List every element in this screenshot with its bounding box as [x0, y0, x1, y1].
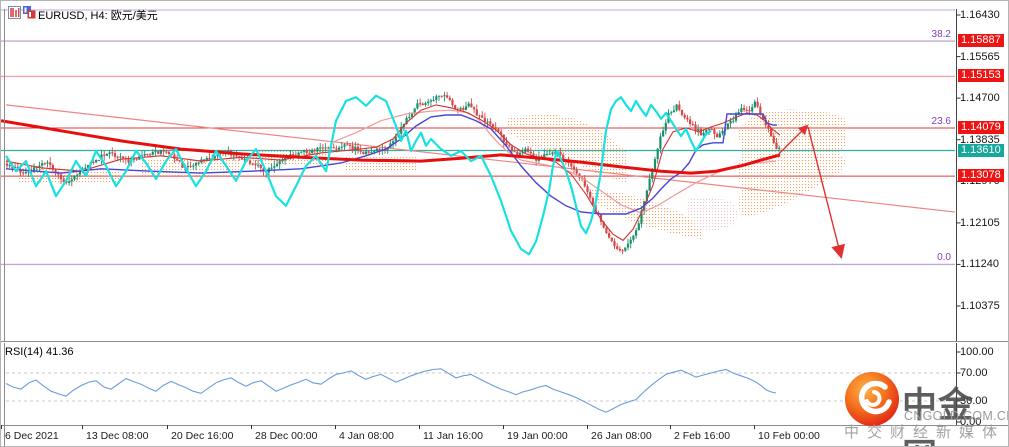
time-axis-label: 20 Dec 16:00 [171, 430, 234, 442]
cngold-logo-icon [845, 372, 899, 426]
fib-level-label: 38.2 [931, 29, 951, 40]
time-axis-label: 10 Feb 00:00 [758, 430, 820, 442]
rsi-indicator-label: RSI(14) 41.36 [5, 346, 74, 358]
fib-level-label: 23.6 [931, 116, 951, 127]
time-axis-label: 6 Dec 2021 [5, 430, 59, 442]
price-alert-label[interactable]: 1.14079 [958, 121, 1004, 134]
price-axis-label: 1.14700 [960, 92, 1000, 104]
price-axis-label: 1.16430 [960, 9, 1000, 21]
price-axis-label: 1.15565 [960, 51, 1000, 63]
rsi-line [5, 368, 777, 413]
price-alert-label[interactable]: 1.15153 [958, 69, 1004, 82]
symbol-title: EURUSD, H4: 欧元/美元 [38, 10, 158, 22]
bar-chart-icon[interactable] [8, 6, 21, 19]
chart-canvas[interactable] [1, 1, 1009, 447]
chart-window: EURUSD, H4: 欧元/美元 38.2 23.6 0.0 1.16430 1.1… [0, 0, 1009, 447]
time-axis-label: 13 Dec 08:00 [86, 430, 149, 442]
price-axis-label: 1.12105 [960, 217, 1000, 229]
rsi-panel [6, 372, 955, 402]
time-axis-label: 2 Feb 16:00 [674, 430, 731, 442]
current-price-label: 1.13610 [958, 144, 1004, 157]
rsi-axis-label: 100.00 [960, 346, 994, 358]
time-axis-label: 19 Jan 00:00 [507, 430, 568, 442]
price-axis-label: 1.11240 [960, 258, 999, 270]
time-axis-label: 28 Dec 00:00 [255, 430, 318, 442]
price-alert-label[interactable]: 1.15887 [958, 34, 1004, 47]
price-axis-label: 1.10375 [960, 300, 1000, 312]
time-axis-label: 4 Jan 08:00 [339, 430, 394, 442]
fib-level-label: 0.0 [937, 252, 951, 263]
price-alert-label[interactable]: 1.13078 [958, 169, 1004, 182]
candlestick-chart-icon[interactable] [23, 6, 36, 19]
time-axis-label: 11 Jan 16:00 [423, 430, 483, 442]
logo-tagline-text: 中交财经新媒体 [844, 424, 1006, 441]
time-axis-label: 26 Jan 08:00 [591, 430, 652, 442]
